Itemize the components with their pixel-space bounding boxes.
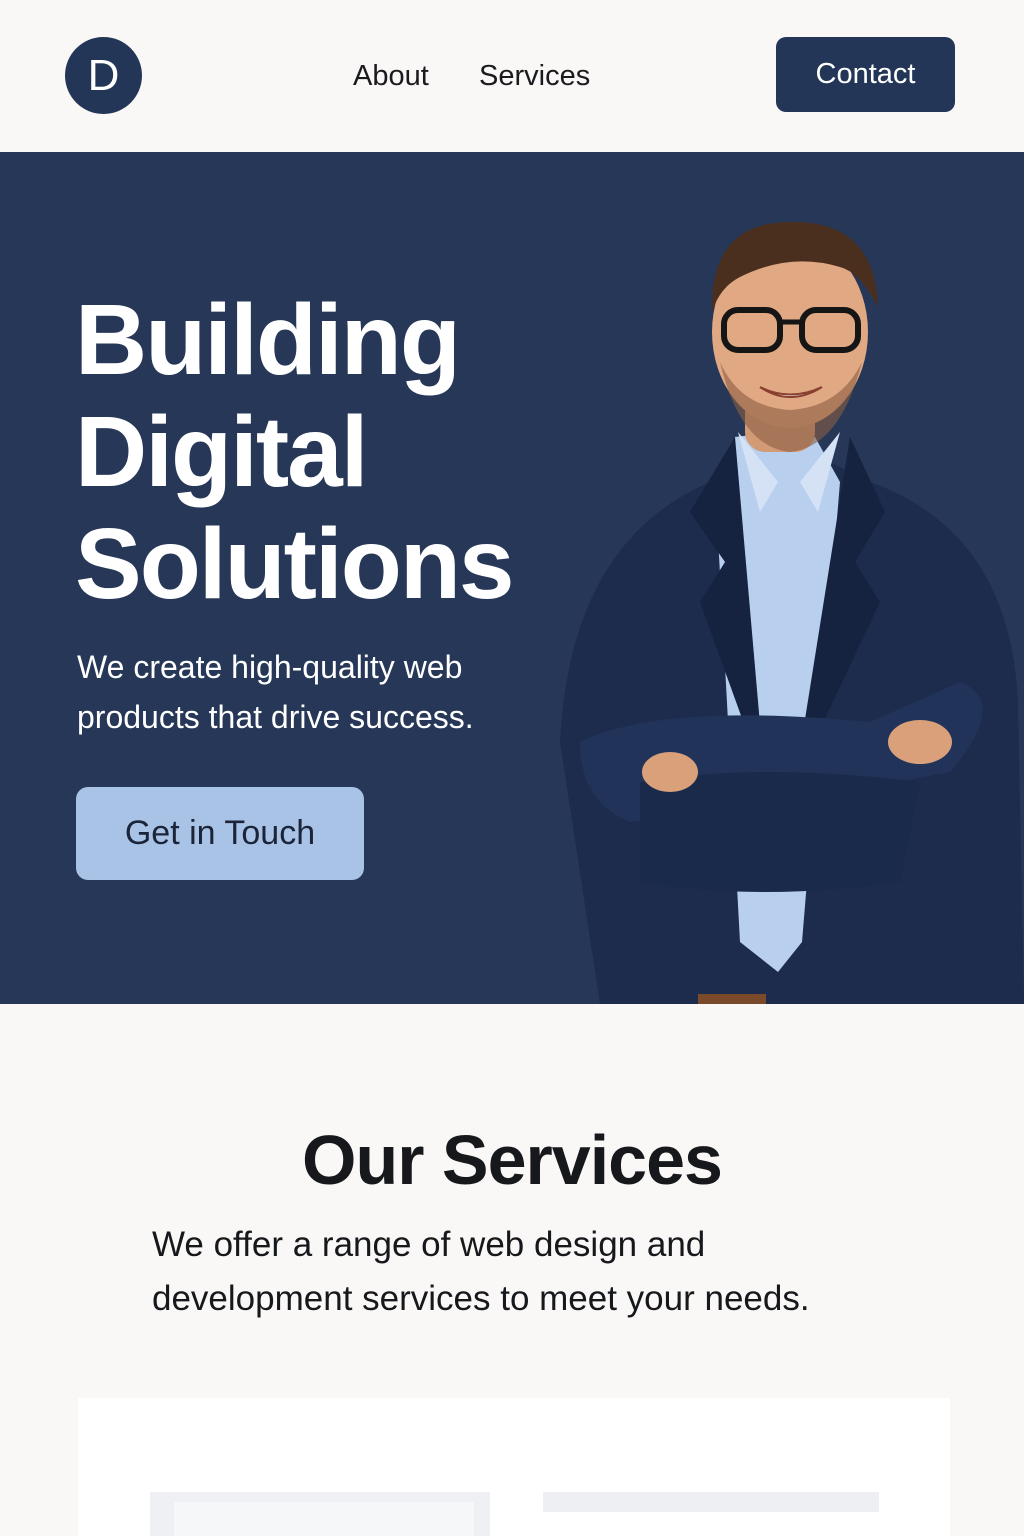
services-title: Our Services (302, 1121, 723, 1199)
service-card-image (150, 1492, 490, 1536)
hero-subtitle: We create high-quality web products that… (77, 649, 474, 735)
services-description: We offer a range of web design and devel… (152, 1225, 810, 1318)
service-card-placeholder (543, 1492, 879, 1512)
hero-title-line: Digital (75, 396, 369, 508)
services-card-panel (78, 1398, 950, 1536)
landing-page: D About Services Contact Building Digita… (0, 0, 1024, 1536)
nav-about-link[interactable]: About (353, 56, 429, 96)
hero-title-line: Building (75, 284, 461, 396)
logo[interactable]: D (65, 37, 142, 114)
hero-section: Building Digital Solutions We create hig… (0, 152, 1024, 1004)
get-in-touch-button[interactable]: Get in Touch (76, 787, 364, 880)
site-header: D About Services Contact (0, 0, 1024, 152)
nav-services-link[interactable]: Services (479, 56, 590, 96)
contact-button[interactable]: Contact (776, 37, 955, 112)
hero-title-line: Solutions (75, 508, 515, 620)
hero-title: Building Digital Solutions (75, 284, 595, 620)
hero-portrait-image (560, 221, 1024, 1004)
